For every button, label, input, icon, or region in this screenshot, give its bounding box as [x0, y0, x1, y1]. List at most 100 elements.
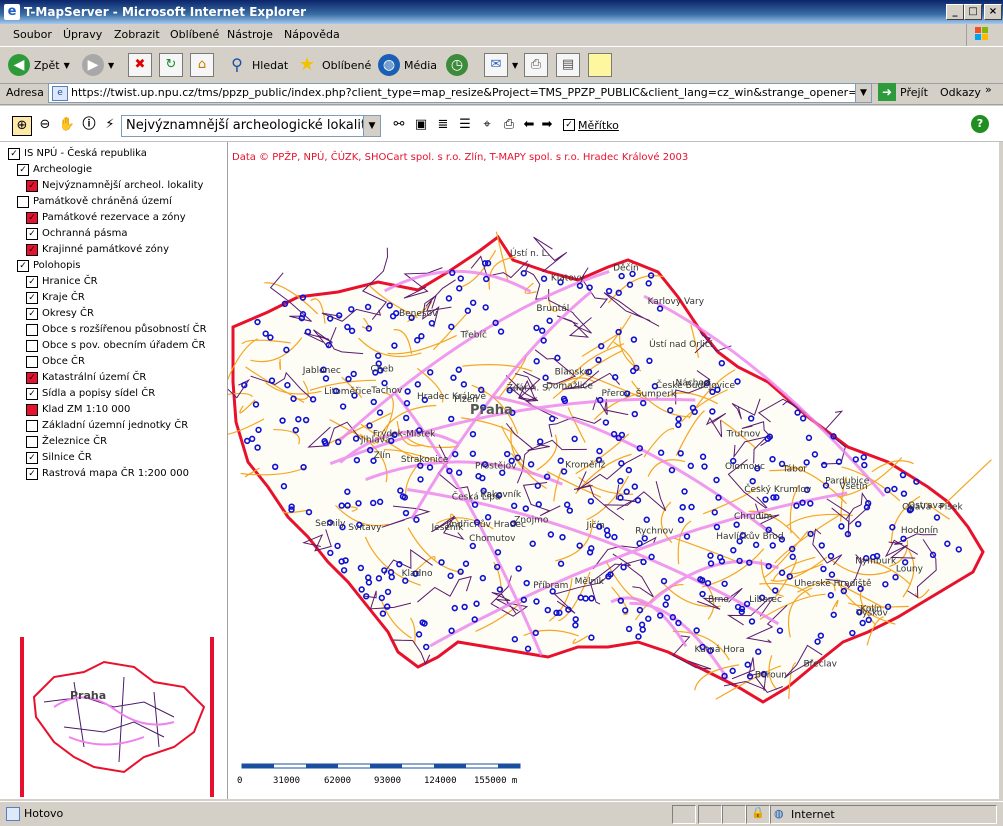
layer-row[interactable]: Archeologie [17, 162, 92, 177]
back-arrow-icon: ◀ [8, 54, 30, 76]
layer-row[interactable]: Obce ČR [26, 354, 85, 369]
layer-row[interactable]: IS NPÚ - Česká republika [8, 146, 147, 161]
clipboard-icon[interactable]: ▣ [412, 116, 430, 134]
search-button[interactable]: ⚲ Hledat [226, 51, 288, 79]
layer-checkbox[interactable] [17, 195, 29, 208]
layer-checkbox[interactable] [26, 451, 38, 464]
layers-list-icon[interactable]: ☰ [456, 116, 474, 134]
layer-checkbox[interactable] [26, 227, 38, 240]
binoculars-icon[interactable]: ⚯ [390, 116, 408, 134]
layer-checkbox[interactable] [17, 163, 29, 176]
layer-row[interactable]: Hranice ČR [26, 274, 98, 289]
menu-tools[interactable]: Nástroje [227, 28, 273, 41]
menu-file[interactable]: Soubor [13, 28, 52, 41]
layer-row[interactable]: Ochranná pásma [26, 226, 127, 241]
go-button[interactable]: ➜ Přejít [878, 83, 928, 101]
info-icon[interactable]: ⓘ [80, 116, 98, 134]
favorites-button[interactable]: ★ Oblíbené [296, 51, 371, 79]
history-forward-icon[interactable]: ➡ [538, 116, 556, 134]
layer-row[interactable]: Klad ZM 1:10 000 [26, 402, 130, 417]
layer-checkbox[interactable] [17, 259, 29, 272]
layer-checkbox[interactable] [26, 323, 38, 336]
layer-row[interactable]: Obce s rozšířenou působností ČR [26, 322, 207, 337]
close-button[interactable]: × [984, 4, 1002, 20]
layer-row[interactable]: Památkové rezervace a zóny [26, 210, 186, 225]
pan-hand-icon[interactable]: ✋ [58, 116, 76, 134]
zoom-in-tool-icon[interactable]: ⊕ [12, 116, 32, 136]
layer-row[interactable]: Památkově chráněná území [17, 194, 172, 209]
mail-button[interactable]: ✉ ▼ [484, 51, 518, 79]
layer-checkbox[interactable] [26, 435, 38, 448]
city-label: Kladno [402, 569, 433, 579]
query-lightning-icon[interactable]: ⚡ [101, 116, 119, 134]
layer-checkbox[interactable] [26, 275, 38, 288]
map-frame[interactable]: Data © PPŽP, NPÚ, ČÚZK, SHOCart spol. s … [228, 142, 999, 799]
print-button[interactable]: ⎙ [524, 51, 548, 79]
layer-row[interactable]: Železnice ČR [26, 434, 107, 449]
zoom-out-tool-icon[interactable]: ⊖ [36, 116, 54, 134]
messenger-button[interactable] [588, 51, 612, 79]
menu-view[interactable]: Zobrazit [114, 28, 160, 41]
layer-checkbox[interactable] [26, 291, 38, 304]
history-back-icon[interactable]: ⬅ [520, 116, 538, 134]
forward-button[interactable]: ▶ ▼ [82, 51, 114, 79]
layer-label: Rastrová mapa ČR 1:200 000 [42, 468, 189, 479]
layer-row[interactable]: Okresy ČR [26, 306, 94, 321]
menu-help[interactable]: Nápověda [284, 28, 340, 41]
home-button[interactable]: ⌂ [190, 51, 214, 79]
city-label: Písek [939, 503, 963, 513]
links-more-icon[interactable]: » [985, 83, 992, 96]
edit-button[interactable]: ▤ [556, 51, 580, 79]
help-icon[interactable]: ? [971, 115, 989, 133]
address-input[interactable]: e https://twist.up.npu.cz/tms/ppzp_publi… [48, 83, 872, 103]
map-canvas[interactable]: DěčínÚstí n. L.Česká LípaLiberecJablonec… [228, 142, 999, 799]
print-map-icon[interactable]: ⎙ [500, 116, 518, 134]
layer-row[interactable]: Polohopis [17, 258, 80, 273]
layer-row[interactable]: Obce s pov. obecním úřadem ČR [26, 338, 205, 353]
history-button[interactable]: ◷ [446, 51, 468, 79]
layer-label: IS NPÚ - Česká republika [24, 148, 147, 159]
layer-checkbox[interactable] [26, 387, 38, 400]
maximize-button[interactable]: □ [964, 4, 982, 20]
layer-checkbox[interactable] [26, 419, 38, 432]
layer-row[interactable]: Krajinné památkové zóny [26, 242, 169, 257]
back-button[interactable]: ◀ Zpět ▼ [8, 51, 70, 79]
stop-button[interactable]: ✖ [128, 51, 152, 79]
layer-checkbox[interactable] [26, 243, 38, 256]
layer-checkbox[interactable] [26, 355, 38, 368]
layer-row[interactable]: Rastrová mapa ČR 1:200 000 [26, 466, 189, 481]
menu-favorites[interactable]: Oblíbené [170, 28, 219, 41]
address-dropdown-icon[interactable]: ▼ [855, 84, 871, 102]
scale-checkbox[interactable]: ✓ [563, 119, 575, 131]
layer-row[interactable]: Základní územní jednotky ČR [26, 418, 188, 433]
layer-checkbox[interactable] [26, 307, 38, 320]
legend-icon[interactable]: ≣ [434, 116, 452, 134]
city-label: Vsetín [840, 482, 868, 492]
layer-checkbox[interactable] [26, 211, 38, 224]
layer-label: Kraje ČR [42, 292, 85, 303]
city-label: Benešov [399, 308, 438, 319]
overview-map[interactable]: Praha [20, 637, 214, 797]
links-button[interactable]: Odkazy [940, 86, 981, 99]
media-button[interactable]: ◍ Média [378, 51, 437, 79]
layer-checkbox[interactable] [26, 467, 38, 480]
layer-row[interactable]: Katastrální území ČR [26, 370, 146, 385]
layer-row[interactable]: Kraje ČR [26, 290, 85, 305]
layer-label: Krajinné památkové zóny [42, 244, 170, 255]
layer-row[interactable]: Nejvýznamnější archeol. lokality [26, 178, 203, 193]
layer-checkbox[interactable] [8, 147, 20, 160]
layer-row[interactable]: Sídla a popisy sídel ČR [26, 386, 155, 401]
layer-row[interactable]: Silnice ČR [26, 450, 92, 465]
layer-checkbox[interactable] [26, 179, 38, 192]
layer-checkbox[interactable] [26, 403, 38, 416]
layer-label: Sídla a popisy sídel ČR [42, 388, 156, 399]
layer-checkbox[interactable] [26, 371, 38, 384]
city-label: Domažlice [546, 381, 593, 391]
refresh-button[interactable]: ↻ [159, 51, 183, 79]
minimize-button[interactable]: _ [946, 4, 964, 20]
active-layer-select[interactable]: Nejvýznamnější archeologické lokality ▼ [121, 115, 381, 137]
menu-edit[interactable]: Úpravy [63, 28, 102, 41]
measure-icon[interactable]: ⌖ [478, 116, 496, 134]
lock-icon: 🔒 [746, 805, 770, 824]
layer-checkbox[interactable] [26, 339, 38, 352]
